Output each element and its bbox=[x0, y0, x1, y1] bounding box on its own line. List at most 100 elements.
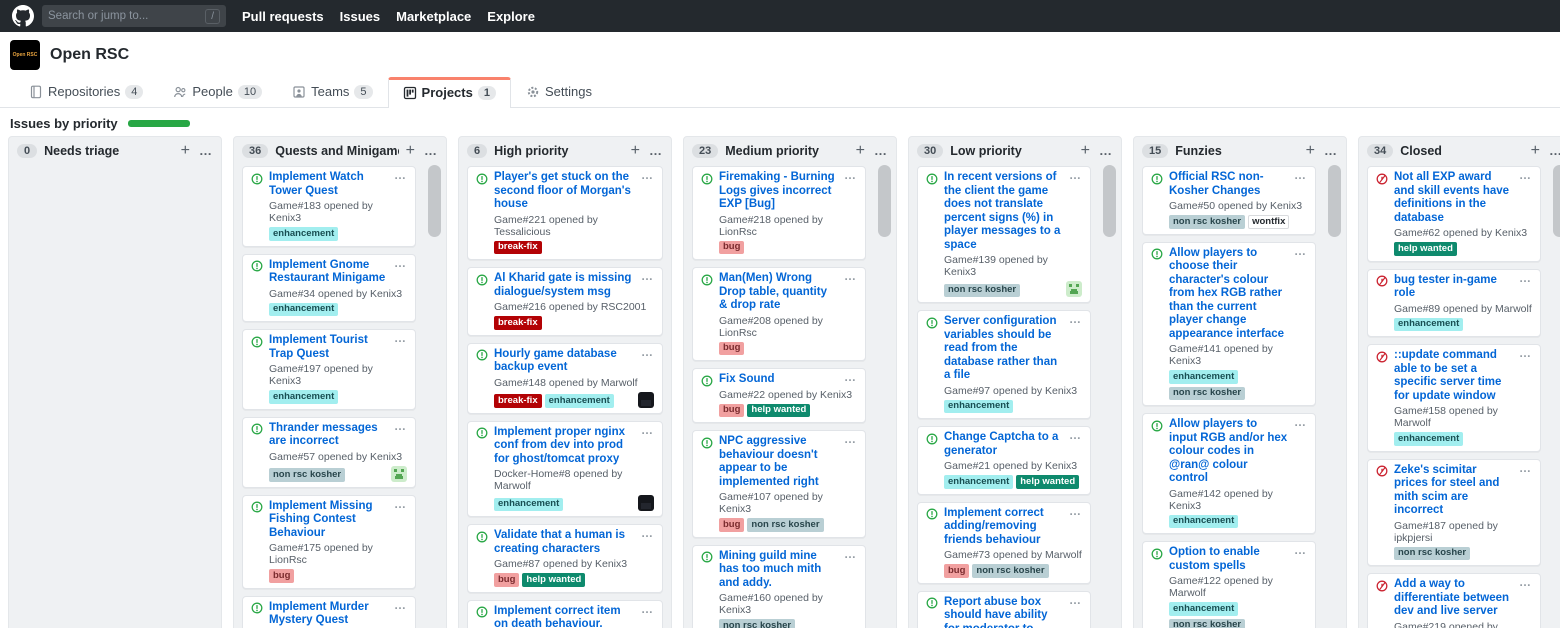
issue-card-title[interactable]: NPC aggressive behaviour doesn't appear … bbox=[719, 435, 838, 489]
issue-card[interactable]: Official RSC non-Kosher Changes…Game#50 … bbox=[1142, 166, 1316, 235]
nav-marketplace[interactable]: Marketplace bbox=[396, 9, 471, 24]
add-card-button[interactable]: + bbox=[856, 144, 865, 158]
issue-card-title[interactable]: Official RSC non-Kosher Changes bbox=[1169, 171, 1288, 198]
issue-card-title[interactable]: Server configuration variables should be… bbox=[944, 315, 1063, 383]
search-input[interactable] bbox=[48, 10, 205, 22]
card-menu-icon[interactable]: … bbox=[844, 272, 857, 280]
issue-card[interactable]: Allow players to choose their character'… bbox=[1142, 242, 1316, 407]
issue-card[interactable]: Implement Tourist Trap Quest…Game#197 op… bbox=[242, 329, 416, 410]
card-menu-icon[interactable]: … bbox=[641, 272, 654, 280]
issue-card-title[interactable]: Allow players to choose their character'… bbox=[1169, 247, 1288, 342]
issue-card-title[interactable]: Player's get stuck on the second floor o… bbox=[494, 171, 635, 212]
card-menu-icon[interactable]: … bbox=[844, 171, 857, 179]
card-menu-icon[interactable]: … bbox=[844, 435, 857, 443]
issue-card[interactable]: Option to enable custom spells…Game#122 … bbox=[1142, 541, 1316, 628]
issue-card-title[interactable]: Firemaking - Burning Logs gives incorrec… bbox=[719, 171, 838, 212]
card-menu-icon[interactable]: … bbox=[1519, 464, 1532, 472]
tab-teams[interactable]: Teams 5 bbox=[277, 76, 387, 107]
scrollbar-thumb[interactable] bbox=[1553, 165, 1560, 237]
issue-card[interactable]: Thrander messages are incorrect…Game#57 … bbox=[242, 417, 416, 488]
column-menu-button[interactable]: … bbox=[1324, 146, 1338, 156]
card-menu-icon[interactable]: … bbox=[1519, 349, 1532, 357]
issue-card-title[interactable]: Man(Men) Wrong Drop table, quantity & dr… bbox=[719, 272, 838, 313]
issue-card[interactable]: Player's get stuck on the second floor o… bbox=[467, 166, 663, 260]
nav-issues[interactable]: Issues bbox=[340, 9, 380, 24]
scrollbar-thumb[interactable] bbox=[1103, 165, 1116, 237]
issue-card-title[interactable]: Implement Gnome Restaurant Minigame bbox=[269, 259, 388, 286]
issue-card[interactable]: Fix Sound…Game#22 opened by Kenix3bughel… bbox=[692, 368, 866, 423]
issue-card[interactable]: bug tester in-game role…Game#89 opened b… bbox=[1367, 269, 1541, 338]
column-menu-button[interactable]: … bbox=[1099, 146, 1113, 156]
issue-card[interactable]: Allow players to input RGB and/or hex co… bbox=[1142, 413, 1316, 534]
add-card-button[interactable]: + bbox=[631, 144, 640, 158]
nav-pull-requests[interactable]: Pull requests bbox=[242, 9, 324, 24]
card-menu-icon[interactable]: … bbox=[1519, 171, 1532, 179]
org-avatar[interactable]: Open RSC bbox=[10, 40, 40, 70]
issue-card[interactable]: Implement proper nginx conf from dev int… bbox=[467, 421, 663, 518]
github-logo-icon[interactable] bbox=[12, 5, 34, 27]
issue-card-title[interactable]: Implement Murder Mystery Quest bbox=[269, 601, 388, 628]
issue-card[interactable]: Validate that a human is creating charac… bbox=[467, 524, 663, 593]
add-card-button[interactable]: + bbox=[406, 144, 415, 158]
add-card-button[interactable]: + bbox=[1531, 144, 1540, 158]
issue-card[interactable]: In recent versions of the client the gam… bbox=[917, 166, 1091, 303]
issue-card-title[interactable]: Zeke's scimitar prices for steel and mit… bbox=[1394, 464, 1513, 518]
issue-card[interactable]: Add a way to differentiate between dev a… bbox=[1367, 573, 1541, 628]
card-menu-icon[interactable]: … bbox=[641, 605, 654, 613]
nav-explore[interactable]: Explore bbox=[487, 9, 535, 24]
project-title[interactable]: Issues by priority bbox=[10, 116, 118, 131]
issue-card-title[interactable]: bug tester in-game role bbox=[1394, 274, 1513, 301]
card-menu-icon[interactable]: … bbox=[394, 334, 407, 342]
card-menu-icon[interactable]: … bbox=[1069, 431, 1082, 439]
card-menu-icon[interactable]: … bbox=[641, 426, 654, 434]
scrollbar-thumb[interactable] bbox=[1328, 165, 1341, 237]
issue-card[interactable]: Implement Watch Tower Quest…Game#183 ope… bbox=[242, 166, 416, 247]
card-menu-icon[interactable]: … bbox=[1069, 596, 1082, 604]
issue-card-title[interactable]: Implement Watch Tower Quest bbox=[269, 171, 388, 198]
issue-card[interactable]: Report abuse box should have ability for… bbox=[917, 591, 1091, 628]
card-menu-icon[interactable]: … bbox=[1069, 171, 1082, 179]
card-menu-icon[interactable]: … bbox=[1069, 315, 1082, 323]
issue-card[interactable]: Implement correct item on death behaviou… bbox=[467, 600, 663, 628]
card-menu-icon[interactable]: … bbox=[394, 171, 407, 179]
issue-card[interactable]: Implement correct adding/removing friend… bbox=[917, 502, 1091, 584]
issue-card[interactable]: Hourly game database backup event…Game#1… bbox=[467, 343, 663, 414]
card-menu-icon[interactable]: … bbox=[1519, 274, 1532, 282]
issue-card-title[interactable]: Hourly game database backup event bbox=[494, 348, 635, 375]
issue-card-title[interactable]: Not all EXP award and skill events have … bbox=[1394, 171, 1513, 225]
issue-card-title[interactable]: ::update command able to be set a specif… bbox=[1394, 349, 1513, 403]
card-menu-icon[interactable]: … bbox=[1294, 418, 1307, 426]
issue-card-title[interactable]: Validate that a human is creating charac… bbox=[494, 529, 635, 556]
issue-card[interactable]: Implement Murder Mystery Quest…Game#180 … bbox=[242, 596, 416, 628]
issue-card-title[interactable]: In recent versions of the client the gam… bbox=[944, 171, 1063, 252]
card-menu-icon[interactable]: … bbox=[641, 348, 654, 356]
issue-card-title[interactable]: Al Kharid gate is missing dialogue/syste… bbox=[494, 272, 635, 299]
issue-card[interactable]: Mining guild mine has too much mith and … bbox=[692, 545, 866, 628]
add-card-button[interactable]: + bbox=[1081, 144, 1090, 158]
card-menu-icon[interactable]: … bbox=[394, 422, 407, 430]
add-card-button[interactable]: + bbox=[1306, 144, 1315, 158]
column-menu-button[interactable]: … bbox=[1549, 146, 1560, 156]
card-menu-icon[interactable]: … bbox=[1294, 247, 1307, 255]
card-menu-icon[interactable]: … bbox=[641, 171, 654, 179]
issue-card[interactable]: Implement Gnome Restaurant Minigame…Game… bbox=[242, 254, 416, 323]
issue-card-title[interactable]: Allow players to input RGB and/or hex co… bbox=[1169, 418, 1288, 486]
tab-repositories[interactable]: Repositories 4 bbox=[14, 76, 158, 107]
card-menu-icon[interactable]: … bbox=[1294, 171, 1307, 179]
scrollbar-thumb[interactable] bbox=[428, 165, 441, 237]
issue-card-title[interactable]: Fix Sound bbox=[719, 373, 838, 387]
card-menu-icon[interactable]: … bbox=[1519, 578, 1532, 586]
column-menu-button[interactable]: … bbox=[649, 146, 663, 156]
card-menu-icon[interactable]: … bbox=[394, 500, 407, 508]
issue-card[interactable]: Firemaking - Burning Logs gives incorrec… bbox=[692, 166, 866, 260]
scrollbar-thumb[interactable] bbox=[878, 165, 891, 237]
card-menu-icon[interactable]: … bbox=[394, 259, 407, 267]
tab-people[interactable]: People 10 bbox=[158, 76, 277, 107]
issue-card-title[interactable]: Implement proper nginx conf from dev int… bbox=[494, 426, 635, 467]
issue-card[interactable]: ::update command able to be set a specif… bbox=[1367, 344, 1541, 452]
issue-card-title[interactable]: Option to enable custom spells bbox=[1169, 546, 1288, 573]
issue-card-title[interactable]: Implement Tourist Trap Quest bbox=[269, 334, 388, 361]
column-menu-button[interactable]: … bbox=[199, 146, 213, 156]
issue-card-title[interactable]: Change Captcha to a generator bbox=[944, 431, 1063, 458]
issue-card-title[interactable]: Thrander messages are incorrect bbox=[269, 422, 388, 449]
